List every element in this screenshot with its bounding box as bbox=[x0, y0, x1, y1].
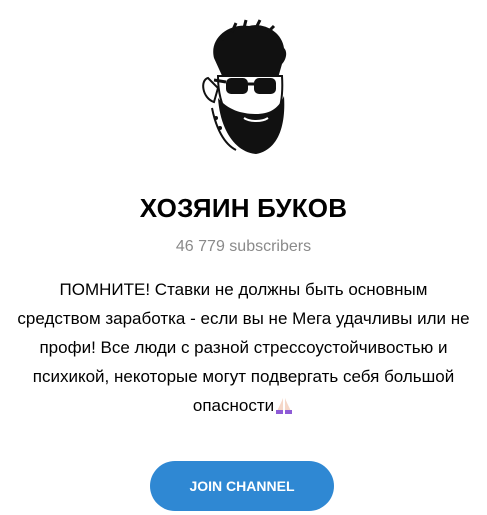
subscriber-count: 46 779 subscribers bbox=[175, 238, 312, 255]
praying-hands-icon bbox=[276, 398, 293, 414]
avatar bbox=[202, 19, 287, 154]
channel-title: ХОЗЯИН БУКОВ bbox=[139, 193, 348, 223]
bearded-man-sunglasses-icon bbox=[202, 19, 287, 154]
channel-description: ПОМНИТЕ! Ставки не должны быть основным … bbox=[16, 275, 471, 420]
description-text: ПОМНИТЕ! Ставки не должны быть основным … bbox=[17, 280, 470, 415]
join-channel-button[interactable]: JOIN CHANNEL bbox=[150, 461, 334, 511]
channel-card: ХОЗЯИН БУКОВ 46 779 subscribers ПОМНИТЕ!… bbox=[0, 0, 487, 515]
